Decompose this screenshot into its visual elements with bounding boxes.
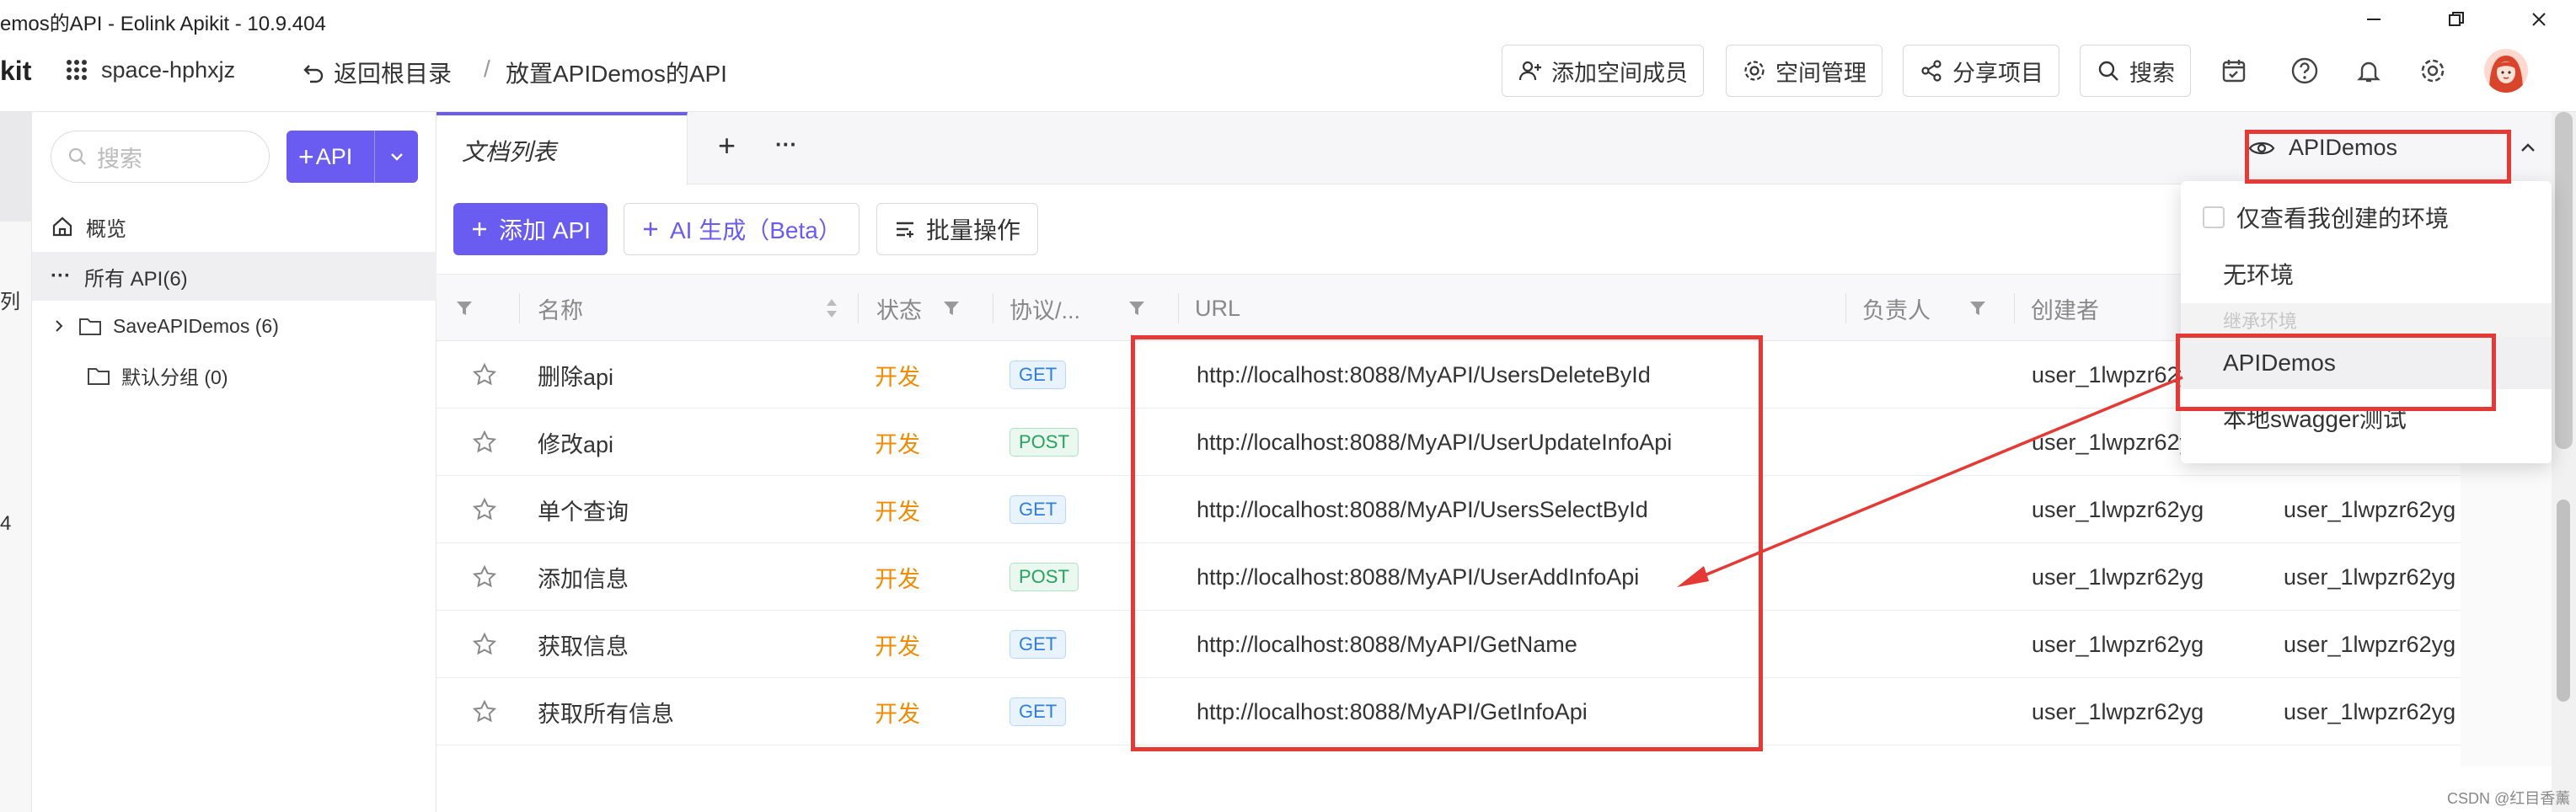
annotation-arrow [1677, 376, 2183, 587]
watermark: CSDN @红目香薰 [2447, 790, 2571, 807]
